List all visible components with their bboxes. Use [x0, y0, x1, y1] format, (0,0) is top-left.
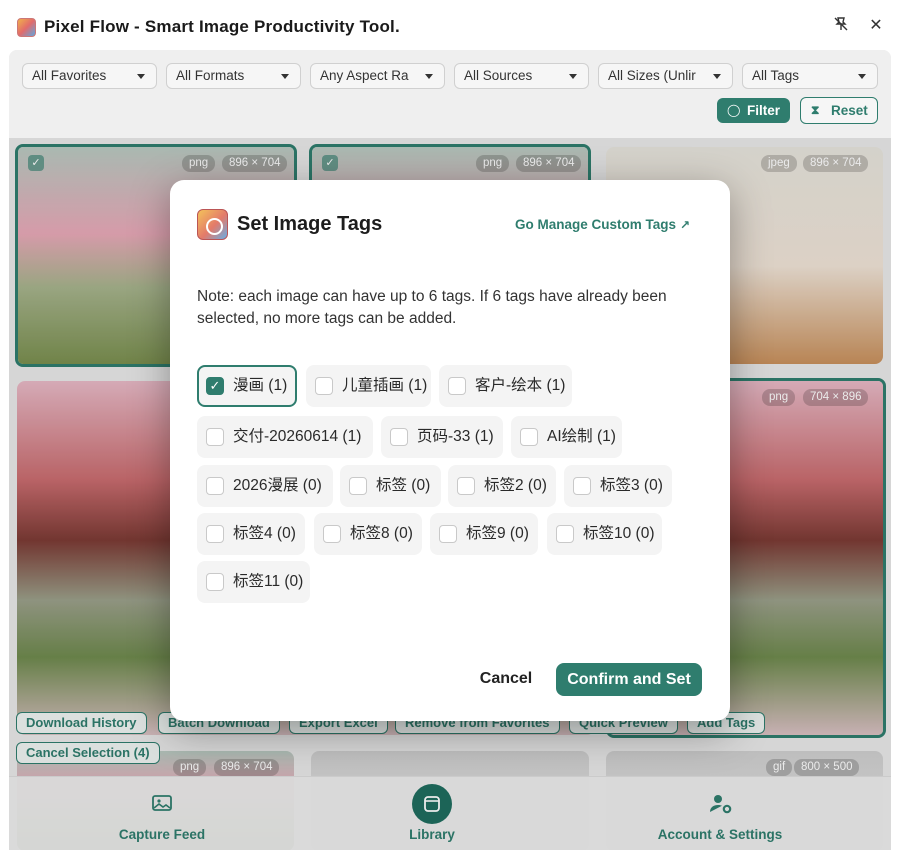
- close-icon[interactable]: ✕: [866, 16, 886, 36]
- tag-option[interactable]: 标签10 (0): [547, 513, 662, 555]
- favorites-select[interactable]: All Favorites: [22, 63, 157, 89]
- checkbox-icon[interactable]: [520, 428, 538, 446]
- tag-option[interactable]: 客户-绘本 (1): [439, 365, 572, 407]
- tag-option[interactable]: 标签8 (0): [314, 513, 422, 555]
- tag-image-icon: [197, 209, 228, 240]
- tag-option[interactable]: 儿童插画 (1): [306, 365, 431, 407]
- checkbox-icon[interactable]: [206, 428, 224, 446]
- tag-option[interactable]: 标签4 (0): [197, 513, 305, 555]
- checkbox-icon[interactable]: [439, 525, 457, 543]
- checkbox-icon[interactable]: [573, 477, 591, 495]
- title-bar: Pixel Flow - Smart Image Productivity To…: [0, 0, 900, 50]
- pin-off-icon[interactable]: [831, 16, 851, 36]
- tag-option[interactable]: 标签 (0): [340, 465, 441, 507]
- tag-option[interactable]: AI绘制 (1): [511, 416, 622, 458]
- checkbox-icon[interactable]: [206, 573, 224, 591]
- tags-select[interactable]: All Tags: [742, 63, 878, 89]
- sizes-select[interactable]: All Sizes (Unlir: [598, 63, 733, 89]
- checkbox-icon[interactable]: [448, 377, 466, 395]
- app-logo-icon: [17, 18, 36, 37]
- filter-button[interactable]: ◯ Filter: [717, 98, 790, 123]
- cancel-button[interactable]: Cancel: [470, 663, 542, 695]
- filter-bar: All Favorites All Formats Any Aspect Ra …: [9, 50, 891, 138]
- tag-option[interactable]: 标签3 (0): [564, 465, 672, 507]
- aspect-ratio-select[interactable]: Any Aspect Ra: [310, 63, 445, 89]
- tag-option[interactable]: 2026漫展 (0): [197, 465, 333, 507]
- checkbox-icon[interactable]: [390, 428, 408, 446]
- sources-select[interactable]: All Sources: [454, 63, 589, 89]
- manage-custom-tags-link[interactable]: Go Manage Custom Tags ↗: [515, 217, 690, 232]
- formats-select[interactable]: All Formats: [166, 63, 301, 89]
- checkbox-icon[interactable]: [206, 477, 224, 495]
- chevron-down-icon: [425, 74, 433, 79]
- checkbox-checked-icon[interactable]: ✓: [206, 377, 224, 395]
- reset-button[interactable]: ⧗ Reset: [800, 97, 878, 124]
- tag-option[interactable]: 页码-33 (1): [381, 416, 503, 458]
- dialog-title: Set Image Tags: [237, 213, 383, 235]
- tag-limit-note: Note: each image can have up to 6 tags. …: [197, 288, 667, 327]
- tag-option[interactable]: 标签9 (0): [430, 513, 538, 555]
- tag-option[interactable]: 标签11 (0): [197, 561, 310, 603]
- hourglass-icon: ⧗: [811, 103, 820, 117]
- chevron-down-icon: [858, 74, 866, 79]
- external-link-icon: ↗: [680, 218, 691, 232]
- tag-option[interactable]: 交付-20260614 (1): [197, 416, 373, 458]
- chevron-down-icon: [281, 74, 289, 79]
- checkbox-icon[interactable]: [556, 525, 574, 543]
- checkbox-icon[interactable]: [323, 525, 341, 543]
- checkbox-icon[interactable]: [457, 477, 475, 495]
- set-tags-dialog: Set Image Tags Go Manage Custom Tags ↗ No…: [170, 180, 730, 721]
- tag-option[interactable]: 标签2 (0): [448, 465, 556, 507]
- chevron-down-icon: [137, 74, 145, 79]
- confirm-set-button[interactable]: Confirm and Set: [556, 663, 702, 696]
- checkbox-icon[interactable]: [206, 525, 224, 543]
- chevron-down-icon: [713, 74, 721, 79]
- checkbox-icon[interactable]: [315, 377, 333, 395]
- chevron-down-icon: [569, 74, 577, 79]
- tag-option[interactable]: ✓ 漫画 (1): [197, 365, 297, 407]
- search-icon: ◯: [727, 103, 741, 117]
- window-title: Pixel Flow - Smart Image Productivity To…: [44, 17, 400, 36]
- checkbox-icon[interactable]: [349, 477, 367, 495]
